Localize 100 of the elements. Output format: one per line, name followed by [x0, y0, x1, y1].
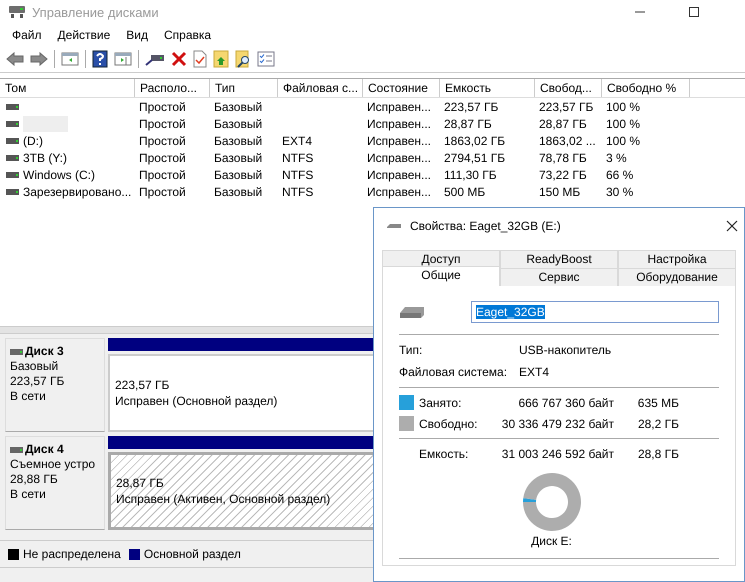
table-cell: Зарезервировано...	[23, 184, 132, 198]
table-cell: 30 %	[606, 184, 634, 198]
usage-label: Занято:	[419, 396, 462, 410]
tab[interactable]: Настройка	[618, 250, 736, 268]
partition-status: Исправен (Основной раздел)	[115, 393, 278, 409]
drive-icon	[6, 104, 19, 110]
table-cell: Простой	[139, 168, 186, 182]
table-row[interactable]: (D:) Простой Базовый EXT4 Исправен... 1863,02 ГБ 1863,02 ... 100 %	[0, 132, 745, 149]
table-cell: 1863,02 ГБ	[444, 134, 506, 148]
column-header[interactable]: Тип	[210, 79, 278, 97]
column-header[interactable]: Свобод...	[535, 79, 602, 97]
name-field[interactable]: Eaget_32GB	[471, 301, 719, 323]
table-cell: 2794,51 ГБ	[444, 150, 506, 164]
table-row[interactable]: Windows (C:) Простой Базовый NTFS Исправен... 111,30 ГБ 73,22 ГБ 66 %	[0, 166, 745, 183]
capacity-label: Емкость:	[419, 446, 470, 460]
drive-label: Диск E:	[531, 534, 572, 548]
disk-type: Базовый	[10, 359, 60, 374]
properties-icon[interactable]	[193, 50, 207, 68]
drive-icon	[6, 172, 19, 178]
disk-status: В сети	[10, 487, 47, 502]
checklist-icon[interactable]	[257, 51, 275, 67]
drive-icon	[6, 120, 19, 126]
forward-arrow-icon[interactable]	[30, 51, 48, 67]
table-cell: 100 %	[606, 116, 640, 130]
table-cell: 3TB (Y:)	[23, 150, 68, 164]
tab[interactable]: Общие	[382, 266, 500, 286]
table-row[interactable]: Зарезервировано... Простой Базовый NTFS Исправен... 500 МБ 150 МБ 30 %	[0, 183, 745, 200]
table-cell: 100 %	[606, 100, 640, 114]
menu-item[interactable]: Действие	[58, 28, 110, 42]
menu-item[interactable]: Вид	[126, 28, 148, 42]
table-cell: Простой	[139, 184, 186, 198]
capacity-size: 28,8 ГБ	[636, 446, 679, 460]
legend-label: Не распределена	[23, 547, 121, 561]
partition-status: Исправен (Активен, Основной раздел)	[116, 491, 330, 507]
table-cell: 28,87 ГБ	[539, 116, 587, 130]
column-header[interactable]: Состояние	[363, 79, 440, 97]
maximize-icon[interactable]	[689, 7, 699, 17]
table-row[interactable]: Простой Базовый Исправен... 223,57 ГБ 223,57 ГБ 100 %	[0, 98, 745, 115]
table-cell: Простой	[139, 116, 186, 130]
table-cell: 223,57 ГБ	[539, 100, 594, 114]
disk-info-panel[interactable]: Диск 4 Съемное устро 28,88 ГБ В сети	[5, 436, 105, 530]
partition-size: 28,87 ГБ	[116, 475, 164, 491]
table-cell: 500 МБ	[444, 184, 486, 198]
close-icon[interactable]	[726, 220, 738, 232]
table-cell: Исправен...	[367, 134, 432, 148]
partition-size: 223,57 ГБ	[115, 377, 170, 393]
disk-name: Диск 4	[25, 442, 64, 457]
drive-icon	[6, 138, 19, 144]
usage-bytes: 666 767 360 байт	[517, 396, 614, 410]
table-cell: Базовый	[214, 184, 262, 198]
table-row[interactable]: Простой Базовый Исправен... 28,87 ГБ 28,87 ГБ 100 %	[0, 115, 745, 132]
disk-type: Съемное устро	[10, 457, 96, 472]
table-cell: NTFS	[282, 168, 314, 182]
table-cell: Исправен...	[367, 150, 432, 164]
tab[interactable]: ReadyBoost	[500, 250, 618, 268]
info-value: USB-накопитель	[519, 343, 612, 357]
table-cell: Исправен...	[367, 100, 432, 114]
table-cell: 3 %	[606, 150, 627, 164]
panel-icon[interactable]	[114, 51, 132, 67]
table-cell: Базовый	[214, 100, 262, 114]
table-row[interactable]: 3TB (Y:) Простой Базовый NTFS Исправен... 2794,51 ГБ 78,78 ГБ 3 %	[0, 149, 745, 166]
dialog-title: Свойства: Eaget_32GB (E:)	[410, 219, 561, 233]
table-cell: Простой	[139, 134, 186, 148]
table-cell: (D:)	[23, 134, 43, 148]
usb-drive-icon	[386, 222, 402, 230]
disk-size: 223,57 ГБ	[10, 374, 66, 389]
tab[interactable]: Сервис	[500, 268, 618, 286]
help-icon[interactable]	[92, 50, 108, 68]
table-cell: 28,87 ГБ	[444, 116, 492, 130]
table-cell: Базовый	[214, 116, 262, 130]
menu-item[interactable]: Справка	[164, 28, 212, 42]
column-header[interactable]: Свободно %	[602, 79, 690, 97]
table-cell: 1863,02 ...	[539, 134, 596, 148]
back-arrow-icon[interactable]	[6, 51, 24, 67]
menu-item[interactable]: Файл	[12, 28, 42, 42]
column-header[interactable]: Емкость	[440, 79, 535, 97]
folder-search-icon[interactable]	[235, 50, 251, 68]
folder-up-icon[interactable]	[213, 50, 229, 68]
column-header[interactable]: Располо...	[135, 79, 210, 97]
table-cell: Исправен...	[367, 116, 432, 130]
table-cell: Windows (C:)	[23, 168, 96, 182]
tab[interactable]: Оборудование	[618, 268, 736, 286]
disk-status: В сети	[10, 389, 47, 404]
table-cell: Простой	[139, 100, 186, 114]
table-cell: Базовый	[214, 150, 262, 164]
table-cell: 223,57 ГБ	[444, 100, 498, 114]
table-cell: 111,30 ГБ	[444, 168, 497, 182]
capacity-bytes: 31 003 246 592 байт	[500, 446, 614, 460]
table-cell: Исправен...	[367, 168, 432, 182]
column-header[interactable]: Том	[0, 79, 135, 97]
table-cell: 66 %	[606, 168, 634, 182]
delete-icon[interactable]	[171, 51, 187, 67]
window-title: Управление дисками	[32, 4, 159, 20]
panel-icon[interactable]	[61, 51, 79, 67]
info-label: Файловая система:	[399, 365, 508, 379]
column-header[interactable]: Файловая с...	[278, 79, 363, 97]
drive-icon	[10, 348, 23, 354]
disk-name: Диск 3	[25, 344, 64, 359]
table-cell: 100 %	[606, 134, 640, 148]
disk-info-panel[interactable]: Диск 3 Базовый 223,57 ГБ В сети	[5, 338, 105, 432]
